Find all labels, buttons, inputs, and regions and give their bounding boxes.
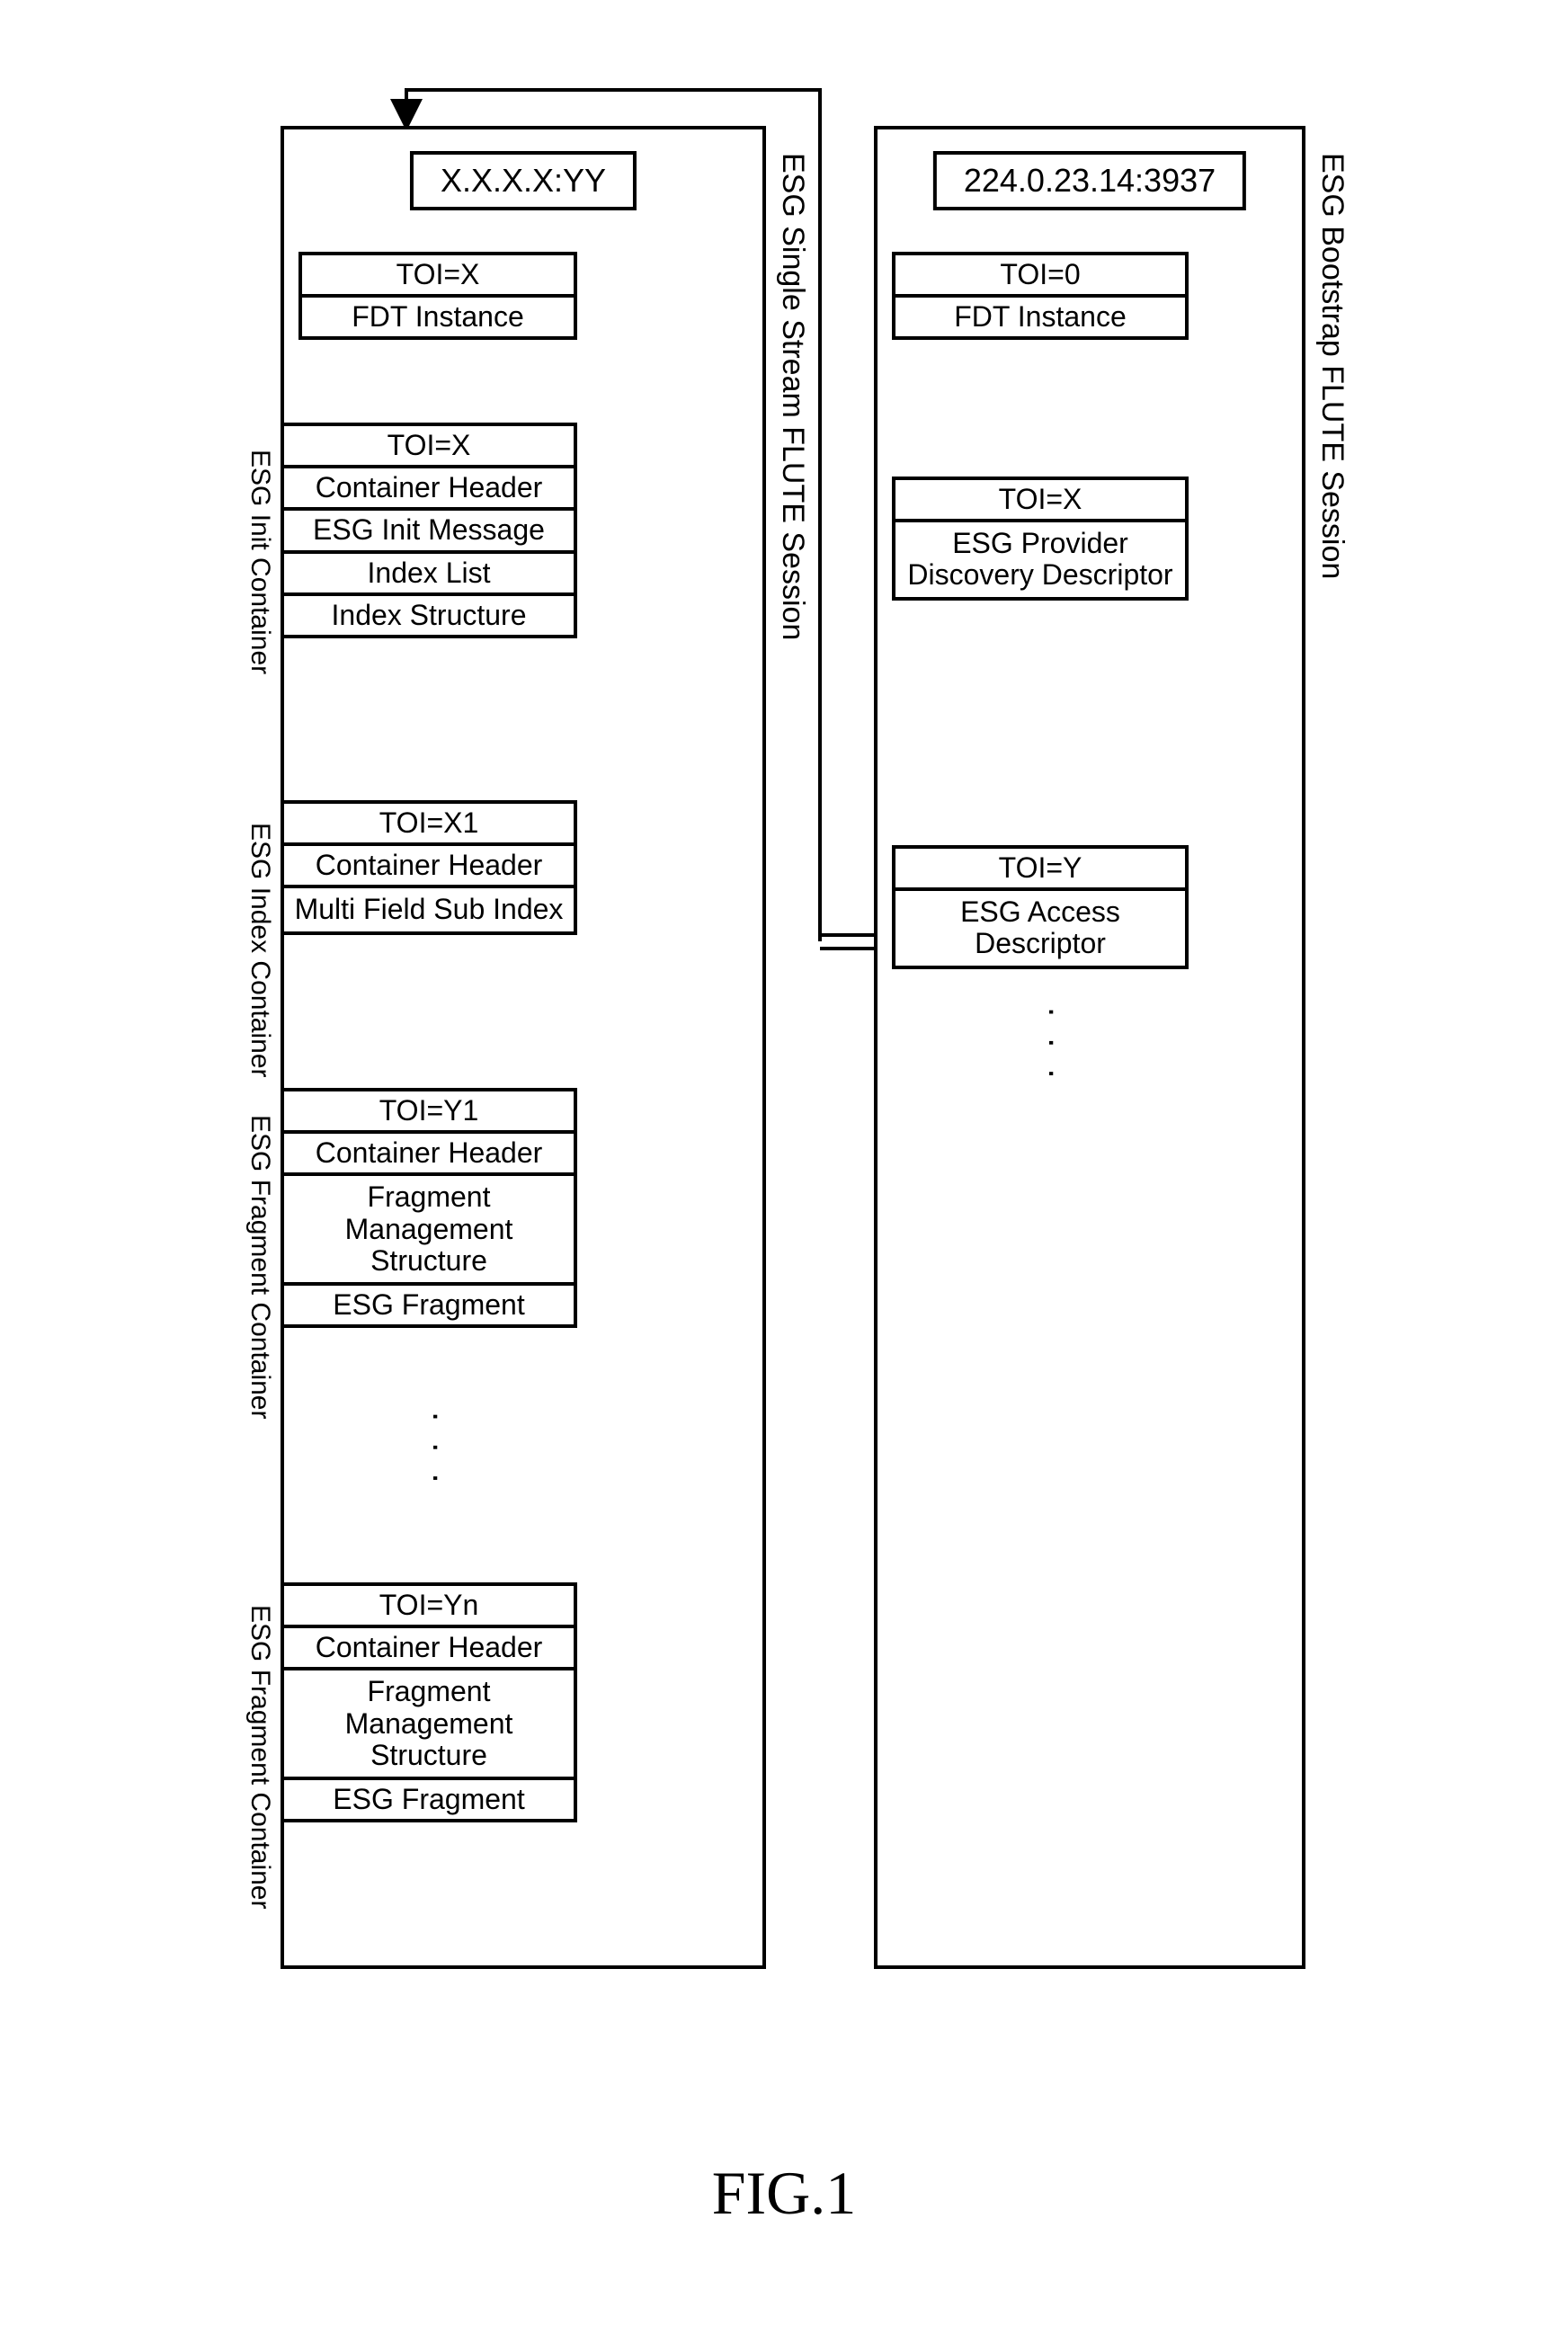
right-pd-body: ESG Provider Discovery Descriptor	[895, 522, 1185, 596]
right-fdt-block: TOI=0 FDT Instance	[892, 252, 1189, 340]
fragn-container-block: TOI=Yn Container Header Fragment Managem…	[281, 1582, 577, 1822]
index-container-label: ESG Index Container	[245, 823, 275, 1078]
init-toi: TOI=X	[284, 426, 574, 468]
right-session-box: 224.0.23.14:3937	[874, 126, 1305, 1969]
right-ad-block: TOI=Y ESG Access Descriptor	[892, 845, 1189, 969]
figure-caption: FIG.1	[712, 2158, 857, 2229]
init-r2: ESG Init Message	[284, 511, 574, 553]
fragn-r2: Fragment Management Structure	[284, 1670, 574, 1780]
right-fdt-body: FDT Instance	[895, 298, 1185, 336]
frag1-container-block: TOI=Y1 Container Header Fragment Managem…	[281, 1088, 577, 1328]
right-address-box: 224.0.23.14:3937	[933, 151, 1246, 210]
index-r2: Multi Field Sub Index	[284, 888, 574, 931]
left-fdt-body: FDT Instance	[302, 298, 574, 336]
frag1-container-label: ESG Fragment Container	[245, 1115, 275, 1419]
fragn-r1: Container Header	[284, 1628, 574, 1670]
right-fdt-toi: TOI=0	[895, 255, 1185, 298]
left-ellipsis: . . .	[424, 1412, 465, 1489]
right-pd-toi: TOI=X	[895, 480, 1185, 522]
frag1-r2: Fragment Management Structure	[284, 1176, 574, 1286]
right-pd-block: TOI=X ESG Provider Discovery Descriptor	[892, 477, 1189, 601]
frag1-r3: ESG Fragment	[284, 1286, 574, 1324]
index-toi: TOI=X1	[284, 804, 574, 846]
fragn-r3: ESG Fragment	[284, 1780, 574, 1819]
fragn-toi: TOI=Yn	[284, 1586, 574, 1628]
left-address-box: X.X.X.X:YY	[410, 151, 637, 210]
init-container-block: TOI=X Container Header ESG Init Message …	[281, 423, 577, 638]
init-r3: Index List	[284, 554, 574, 596]
init-container-label: ESG Init Container	[245, 450, 275, 674]
init-r4: Index Structure	[284, 596, 574, 635]
right-session-label: ESG Bootstrap FLUTE Session	[1314, 153, 1350, 579]
index-r1: Container Header	[284, 846, 574, 888]
right-ellipsis: . . .	[1040, 1007, 1081, 1084]
left-session-label: ESG Single Stream FLUTE Session	[775, 153, 810, 640]
right-ad-body: ESG Access Descriptor	[895, 891, 1185, 965]
init-r1: Container Header	[284, 468, 574, 511]
frag1-r1: Container Header	[284, 1134, 574, 1176]
diagram-stage: X.X.X.X:YY 224.0.23.14:3937 ESG Single S…	[155, 36, 1413, 2104]
frag1-toi: TOI=Y1	[284, 1091, 574, 1134]
left-fdt-toi: TOI=X	[302, 255, 574, 298]
left-fdt-block: TOI=X FDT Instance	[298, 252, 577, 340]
fragn-container-label: ESG Fragment Container	[245, 1605, 275, 1909]
right-ad-toi: TOI=Y	[895, 849, 1185, 891]
index-container-block: TOI=X1 Container Header Multi Field Sub …	[281, 800, 577, 935]
